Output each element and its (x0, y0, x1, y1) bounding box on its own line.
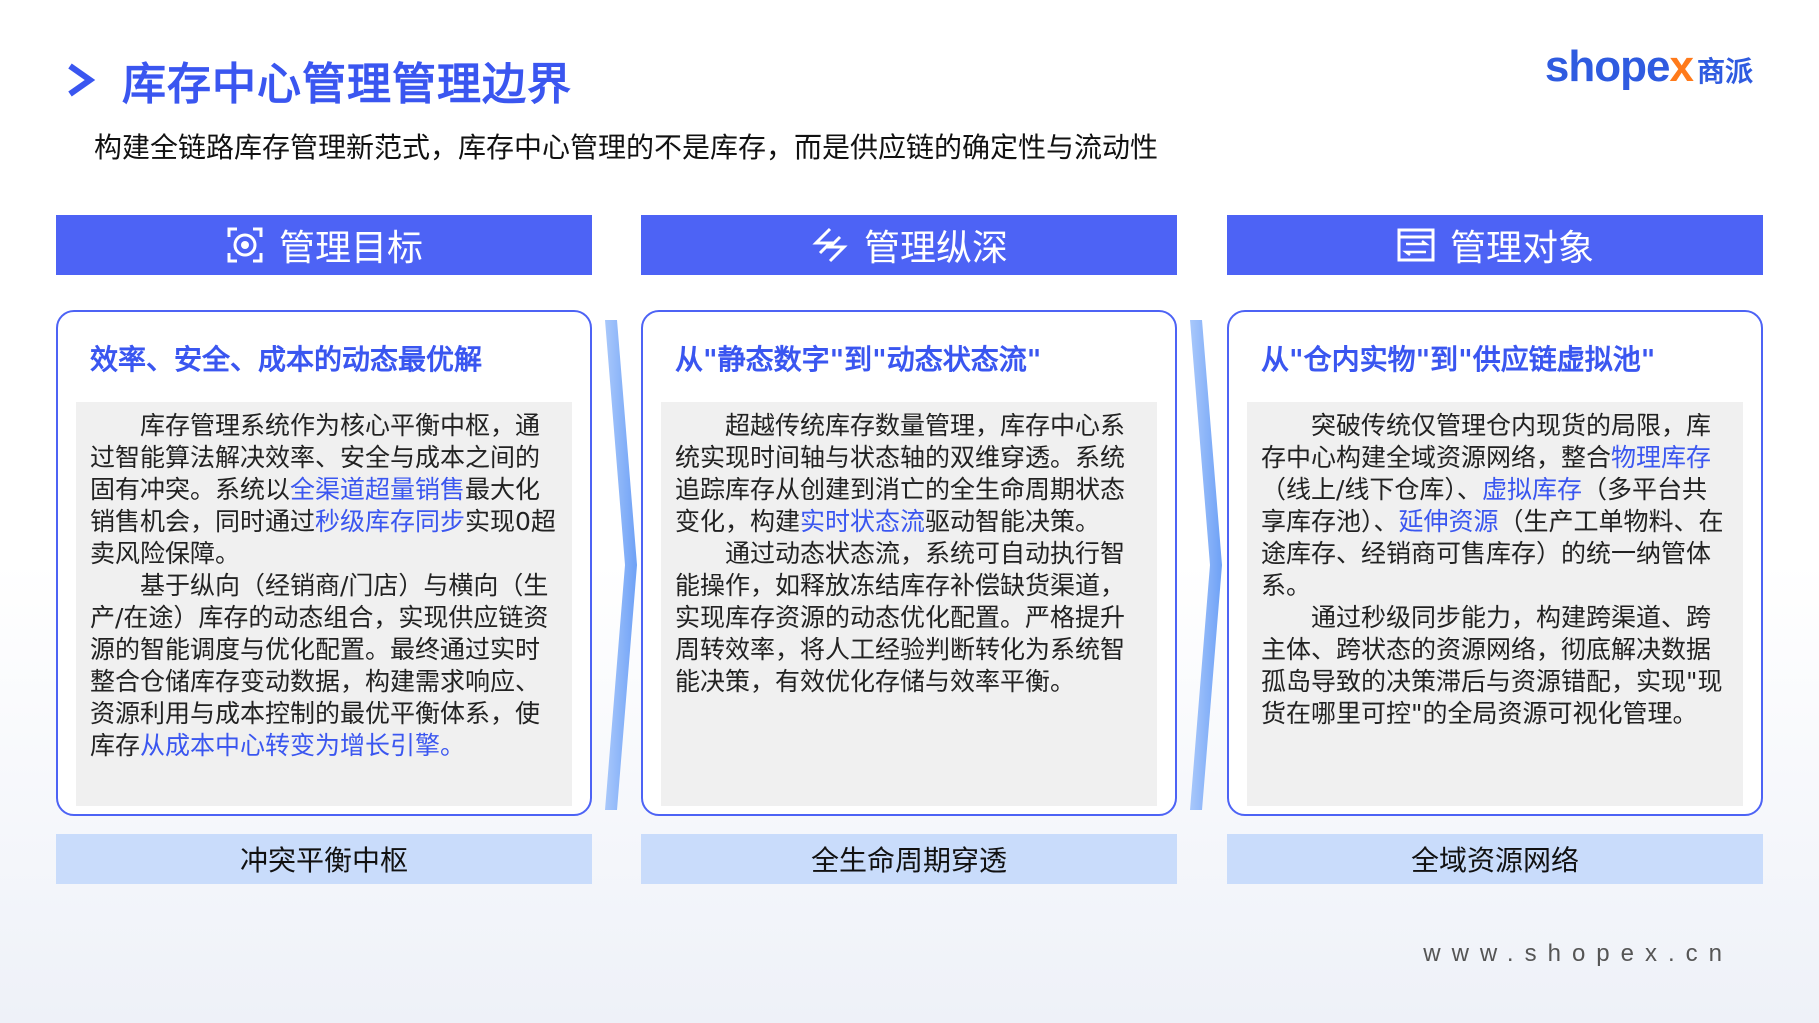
content-card: 从"仓内实物"到"供应链虚拟池" 突破传统仅管理仓内现货的局限，库存中心构建全域… (1227, 310, 1763, 816)
column-goal: 管理目标 效率、安全、成本的动态最优解 库存管理系统作为核心平衡中枢，通过智能算… (56, 215, 592, 884)
highlight-text: 延伸资源 (1398, 507, 1499, 536)
chevron-right-icon (68, 63, 96, 97)
page-title: 库存中心管理管理边界 (122, 59, 572, 110)
card-body: 超越传统库存数量管理，库存中心系统实现时间轴与状态轴的双维穿透。系统追踪库存从创… (661, 402, 1157, 806)
card-body: 库存管理系统作为核心平衡中枢，通过智能算法解决效率、安全与成本之间的固有冲突。系… (76, 402, 572, 806)
column-footer: 冲突平衡中枢 (56, 834, 592, 884)
title-row: 库存中心管理管理边界 (60, 50, 572, 110)
paragraph: 突破传统仅管理仓内现货的局限，库存中心构建全域资源网络，整合物理库存（线上/线下… (1261, 410, 1729, 602)
page-subtitle: 构建全链路库存管理新范式，库存中心管理的不是库存，而是供应链的确定性与流动性 (94, 131, 1159, 164)
paragraph: 超越传统库存数量管理，库存中心系统实现时间轴与状态轴的双维穿透。系统追踪库存从创… (675, 410, 1143, 538)
column-depth: 管理纵深 从"静态数字"到"动态状态流" 超越传统库存数量管理，库存中心系统实现… (641, 215, 1177, 884)
paragraph: 基于纵向（经销商/门店）与横向（生产/在途）库存的动态组合，实现供应链资源的智能… (90, 570, 558, 762)
content-card: 从"静态数字"到"动态状态流" 超越传统库存数量管理，库存中心系统实现时间轴与状… (641, 310, 1177, 816)
column-footer: 全生命周期穿透 (641, 834, 1177, 884)
layers-icon (812, 227, 848, 263)
paragraph-text: 通过秒级同步能力，构建跨渠道、跨主体、跨状态的资源网络，彻底解决数据孤岛导致的决… (1261, 603, 1723, 728)
column-header: 管理对象 (1227, 215, 1763, 275)
highlight-text: 从成本中心转变为增长引擎。 (140, 731, 466, 760)
card-title: 从"仓内实物"到"供应链虚拟池" (1261, 343, 1656, 376)
arrow-divider-icon (605, 320, 637, 810)
card-title: 效率、安全、成本的动态最优解 (90, 343, 483, 376)
highlight-text: 物理库存 (1611, 443, 1712, 472)
column-header: 管理目标 (56, 215, 592, 275)
paragraph-text: 通过动态状态流，系统可自动执行智能操作，如释放冻结库存补偿缺货渠道，实现库存资源… (675, 539, 1126, 696)
highlight-text: 实时状态流 (800, 507, 926, 536)
paragraph: 通过秒级同步能力，构建跨渠道、跨主体、跨状态的资源网络，彻底解决数据孤岛导致的决… (1261, 602, 1729, 730)
column-object: 管理对象 从"仓内实物"到"供应链虚拟池" 突破传统仅管理仓内现货的局限，库存中… (1227, 215, 1763, 884)
target-icon (227, 227, 263, 263)
highlight-text: 秒级库存同步 (315, 507, 466, 536)
paragraph-text: 驱动智能决策。 (925, 507, 1101, 536)
card-body: 突破传统仅管理仓内现货的局限，库存中心构建全域资源网络，整合物理库存（线上/线下… (1247, 402, 1743, 806)
column-header: 管理纵深 (641, 215, 1177, 275)
content-card: 效率、安全、成本的动态最优解 库存管理系统作为核心平衡中枢，通过智能算法解决效率… (56, 310, 592, 816)
transfer-icon (1397, 228, 1435, 262)
column-footer: 全域资源网络 (1227, 834, 1763, 884)
paragraph-text: （线上/线下仓库）、 (1261, 475, 1482, 504)
card-title: 从"静态数字"到"动态状态流" (675, 343, 1042, 376)
arrow-divider-icon (1190, 320, 1222, 810)
highlight-text: 虚拟库存 (1481, 475, 1582, 504)
highlight-text: 全渠道超量销售 (290, 475, 466, 504)
shopex-logo: shopex 商派 (1544, 42, 1753, 91)
paragraph: 通过动态状态流，系统可自动执行智能操作，如释放冻结库存补偿缺货渠道，实现库存资源… (675, 538, 1143, 698)
paragraph: 库存管理系统作为核心平衡中枢，通过智能算法解决效率、安全与成本之间的固有冲突。系… (90, 410, 558, 570)
website-url: www.shopex.cn (1423, 940, 1733, 967)
